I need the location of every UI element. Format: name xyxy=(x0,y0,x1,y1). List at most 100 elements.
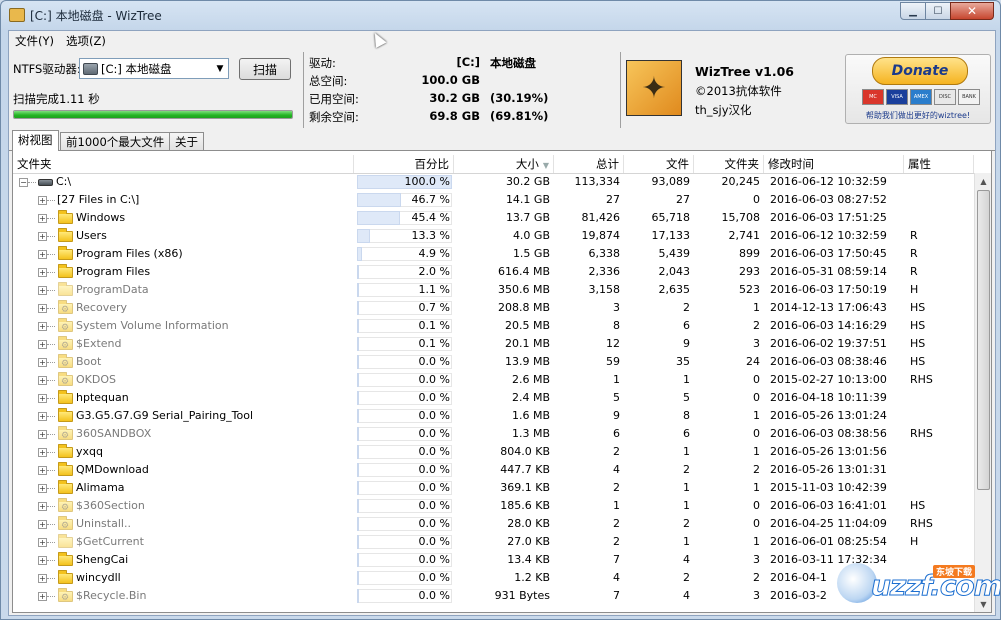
row-name-cell[interactable]: + QMDownload xyxy=(13,461,353,479)
table-row[interactable]: + G3.G5.G7.G9 Serial_Pairing_Tool 0.0 % 1.6… xyxy=(13,407,974,425)
row-name-cell[interactable]: + yxqq xyxy=(13,443,353,461)
scan-button[interactable]: 扫描 xyxy=(239,58,291,80)
expand-icon[interactable]: + xyxy=(38,285,47,295)
column-files[interactable]: 文件 xyxy=(624,155,694,173)
expand-icon[interactable]: + xyxy=(38,267,47,277)
row-size: 1.3 MB xyxy=(511,427,550,440)
table-row[interactable]: + Recovery 0.7 % 208.8 MB 3 2 1 2014-12-13 17:0… xyxy=(13,299,974,319)
row-name-cell[interactable]: + Program Files (x86) xyxy=(13,245,353,263)
collapse-icon[interactable]: − xyxy=(19,177,28,187)
expand-icon[interactable]: + xyxy=(38,537,47,547)
row-name-cell[interactable]: − C:\ xyxy=(13,173,353,191)
row-name-cell[interactable]: + OKDOS xyxy=(13,371,353,391)
tab-top-1000-files[interactable]: 前1000个最大文件 xyxy=(60,132,171,150)
title-bar[interactable]: [C:] 本地磁盘 - WizTree ▁ ☐ ✕ xyxy=(1,1,1000,30)
drive-select[interactable]: [C:] 本地磁盘 ▼ xyxy=(79,58,229,79)
menu-options[interactable]: 选项(Z) xyxy=(60,31,112,51)
table-row[interactable]: + ShengCai 0.0 % 13.4 KB 7 4 3 2016-03-11 17:32… xyxy=(13,551,974,569)
table-row[interactable]: + $360Section 0.0 % 185.6 KB 1 1 0 2016-06-03 1… xyxy=(13,497,974,517)
table-row[interactable]: + ProgramData 1.1 % 350.6 MB 3,158 2,635 523 20… xyxy=(13,281,974,299)
row-name-cell[interactable]: + Windows xyxy=(13,209,353,227)
row-name-cell[interactable]: + [27 Files in C:\] xyxy=(13,191,353,209)
expand-icon[interactable]: + xyxy=(38,249,47,259)
expand-icon[interactable]: + xyxy=(38,591,47,601)
expand-icon[interactable]: + xyxy=(38,303,47,313)
table-row[interactable]: + Boot 0.0 % 13.9 MB 59 35 24 2016-06-03 08:38:… xyxy=(13,353,974,373)
close-button[interactable]: ✕ xyxy=(950,2,994,20)
table-row[interactable]: + Users 13.3 % 4.0 GB 19,874 17,133 2,741 2016-… xyxy=(13,227,974,245)
row-name-cell[interactable]: + $Recycle.Bin xyxy=(13,587,353,607)
row-name-cell[interactable]: +360SANDBOX xyxy=(13,425,353,445)
table-row[interactable]: +$Recycle.Bin0.0 %931 Bytes7432016-03-2 xyxy=(13,587,974,607)
column-folder[interactable]: 文件夹 xyxy=(13,155,354,173)
table-row[interactable]: + Windows 45.4 % 13.7 GB 81,426 65,718 15,708 2… xyxy=(13,209,974,227)
column-size[interactable]: 大小 ▼ xyxy=(454,155,554,173)
donate-button[interactable]: Donate xyxy=(872,57,968,85)
row-name: Boot xyxy=(76,355,102,368)
table-row[interactable]: + [27 Files in C:\] 46.7 % 14.1 GB 27 27 0 2016… xyxy=(13,191,974,209)
expand-icon[interactable]: + xyxy=(38,339,47,349)
expand-icon[interactable]: + xyxy=(38,483,47,493)
table-row[interactable]: − C:\ 100.0 % 30.2 GB 113,334 93,089 20,245 201… xyxy=(13,173,974,191)
table-row[interactable]: + $GetCurrent 0.0 % 27.0 KB 2 1 1 2016-06-01 08… xyxy=(13,533,974,551)
table-row[interactable]: + hptequan 0.0 % 2.4 MB 5 5 0 2016-04-18 10:11:… xyxy=(13,389,974,407)
column-attributes[interactable]: 属性 xyxy=(904,155,974,173)
expand-icon[interactable]: + xyxy=(38,357,47,367)
column-modified[interactable]: 修改时间 xyxy=(764,155,904,173)
row-name-cell[interactable]: + $Extend xyxy=(13,335,353,355)
minimize-button[interactable]: ▁ xyxy=(900,2,926,20)
column-folders[interactable]: 文件夹 xyxy=(694,155,764,173)
expand-icon[interactable]: + xyxy=(38,573,47,583)
expand-icon[interactable]: + xyxy=(38,393,47,403)
table-row[interactable]: + Program Files (x86) 4.9 % 1.5 GB 6,338 5,43… xyxy=(13,245,974,263)
row-name-cell[interactable]: + Alimama xyxy=(13,479,353,497)
table-row[interactable]: + System Volume Information 0.1 % 20.5 MB 8 6… xyxy=(13,317,974,337)
row-name-cell[interactable]: + ProgramData xyxy=(13,281,353,299)
row-folders: 2 xyxy=(753,463,760,476)
table-row[interactable]: + yxqq 0.0 % 804.0 KB 2 1 1 2016-05-26 13:01:56 xyxy=(13,443,974,461)
row-name-cell[interactable]: + $360Section xyxy=(13,497,353,517)
table-row[interactable]: + Uninstall.. 0.0 % 28.0 KB 2 2 0 2016-04-25 11… xyxy=(13,515,974,535)
expand-icon[interactable]: + xyxy=(38,195,47,205)
column-percent[interactable]: 百分比 xyxy=(354,155,454,173)
maximize-button[interactable]: ☐ xyxy=(925,2,951,20)
row-name-cell[interactable]: + Users xyxy=(13,227,353,245)
row-name-cell[interactable]: + $GetCurrent xyxy=(13,533,353,551)
table-row[interactable]: + QMDownload 0.0 % 447.7 KB 4 2 2 2016-05-26 13… xyxy=(13,461,974,479)
row-name-cell[interactable]: + wincydll xyxy=(13,569,353,587)
expand-icon[interactable]: + xyxy=(38,321,47,331)
table-row[interactable]: +360SANDBOX 0.0 % 1.3 MB 6 6 0 2016-06-03 08:3… xyxy=(13,425,974,445)
wiztree-app-icon[interactable] xyxy=(9,8,25,22)
expand-icon[interactable]: + xyxy=(38,213,47,223)
column-total[interactable]: 总计 xyxy=(554,155,624,173)
tab-tree-view[interactable]: 树视图 xyxy=(12,130,59,151)
row-name-cell[interactable]: + Uninstall.. xyxy=(13,515,353,535)
chevron-down-icon[interactable]: ▼ xyxy=(212,64,228,74)
expand-icon[interactable]: + xyxy=(38,555,47,565)
row-name-cell[interactable]: + hptequan xyxy=(13,389,353,407)
row-name-cell[interactable]: + G3.G5.G7.G9 Serial_Pairing_Tool xyxy=(13,407,353,425)
vertical-scrollbar[interactable]: ▲ ▼ xyxy=(974,173,991,612)
tab-about[interactable]: 关于 xyxy=(169,132,204,150)
row-name-cell[interactable]: + ShengCai xyxy=(13,551,353,569)
row-name-cell[interactable]: + System Volume Information xyxy=(13,317,353,337)
table-row[interactable]: + $Extend 0.1 % 20.1 MB 12 9 3 2016-06-02 19:37… xyxy=(13,335,974,355)
scroll-thumb[interactable] xyxy=(977,190,990,490)
expand-icon[interactable]: + xyxy=(38,465,47,475)
table-row[interactable]: + Alimama 0.0 % 369.1 KB 2 1 1 2015-11-03 10:42… xyxy=(13,479,974,497)
expand-icon[interactable]: + xyxy=(38,375,47,385)
scroll-up-icon[interactable]: ▲ xyxy=(975,173,991,190)
expand-icon[interactable]: + xyxy=(38,501,47,511)
row-name-cell[interactable]: + Boot xyxy=(13,353,353,373)
expand-icon[interactable]: + xyxy=(38,519,47,529)
table-row[interactable]: + OKDOS 0.0 % 2.6 MB 1 1 0 2015-02-27 10:13:00 R… xyxy=(13,371,974,391)
table-row[interactable]: + Program Files 2.0 % 616.4 MB 2,336 2,043 293… xyxy=(13,263,974,281)
menu-file[interactable]: 文件(Y) xyxy=(9,31,60,51)
row-name-cell[interactable]: + Program Files xyxy=(13,263,353,281)
row-name-cell[interactable]: + Recovery xyxy=(13,299,353,319)
expand-icon[interactable]: + xyxy=(38,231,47,241)
expand-icon[interactable]: + xyxy=(38,447,47,457)
expand-icon[interactable]: + xyxy=(38,411,47,421)
table-row[interactable]: + wincydll 0.0 % 1.2 KB 4 2 2 2016-04-1 xyxy=(13,569,974,587)
expand-icon[interactable]: + xyxy=(38,429,47,439)
